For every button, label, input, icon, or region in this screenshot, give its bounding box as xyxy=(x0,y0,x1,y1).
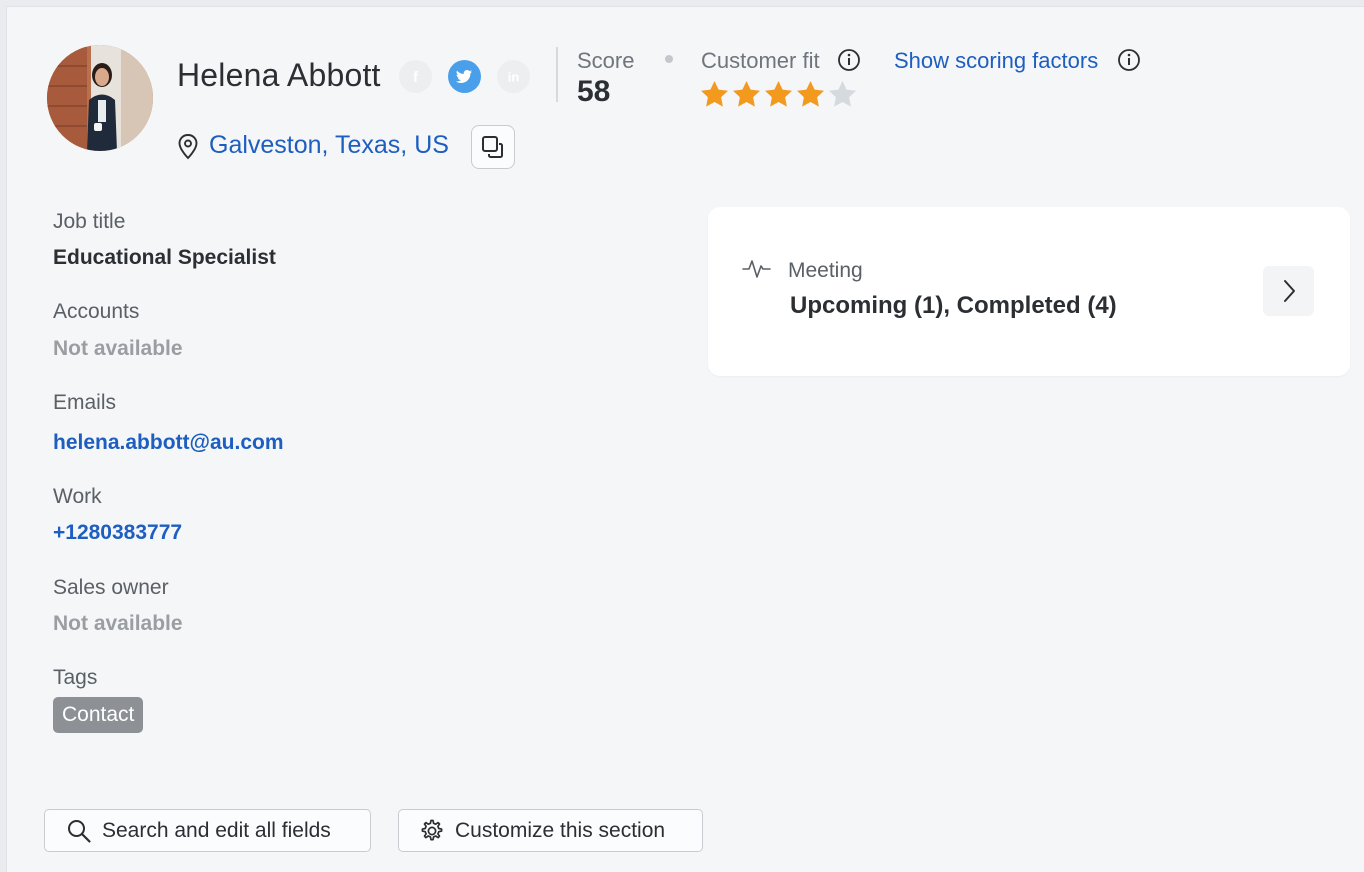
work-phone-link[interactable]: +1280383777 xyxy=(53,521,182,545)
meeting-label: Meeting xyxy=(788,259,863,282)
field-label-tags: Tags xyxy=(53,666,98,689)
star-filled-icon xyxy=(733,81,760,107)
meeting-expand-button[interactable] xyxy=(1263,266,1314,316)
star-filled-icon xyxy=(765,81,792,107)
svg-text:f: f xyxy=(413,69,419,86)
field-label-job-title: Job title xyxy=(53,210,126,233)
facebook-icon[interactable]: f xyxy=(399,60,432,93)
field-label-work: Work xyxy=(53,485,102,508)
customer-fit-rating xyxy=(699,79,858,110)
star-filled-icon xyxy=(797,81,824,107)
field-value-job-title: Educational Specialist xyxy=(53,246,276,269)
search-edit-fields-label: Search and edit all fields xyxy=(102,818,331,842)
search-edit-fields-button[interactable]: Search and edit all fields xyxy=(44,809,371,852)
field-label-accounts: Accounts xyxy=(53,300,140,323)
location-pin-icon xyxy=(176,133,200,166)
field-label-sales-owner: Sales owner xyxy=(53,576,169,599)
score-label: Score xyxy=(577,48,635,73)
field-value-sales-owner: Not available xyxy=(53,612,183,635)
twitter-icon[interactable] xyxy=(448,60,481,93)
contact-details-panel: Helena Abbott f in Score 58 Customer fit… xyxy=(6,6,1364,872)
separator-dot xyxy=(665,55,673,63)
gear-icon xyxy=(417,817,445,845)
customize-section-label: Customize this section xyxy=(455,818,666,842)
field-label-emails: Emails xyxy=(53,391,117,414)
customize-section-button[interactable]: Customize this section xyxy=(398,809,703,852)
meeting-summary: Upcoming (1), Completed (4) xyxy=(790,292,1117,319)
star-filled-icon xyxy=(701,81,728,107)
customer-fit-info-icon[interactable] xyxy=(837,48,861,72)
tag-contact[interactable]: Contact xyxy=(53,697,144,733)
show-scoring-factors-link[interactable]: Show scoring factors xyxy=(894,48,1098,74)
activity-icon xyxy=(742,257,772,286)
copy-icon xyxy=(482,136,503,158)
email-link[interactable]: helena.abbott@au.com xyxy=(53,431,284,455)
field-value-accounts: Not available xyxy=(53,337,183,360)
customer-fit-label: Customer fit xyxy=(701,48,820,73)
avatar xyxy=(47,45,153,151)
contact-name: Helena Abbott xyxy=(177,57,381,93)
linkedin-icon[interactable]: in xyxy=(497,60,530,93)
copy-location-button[interactable] xyxy=(471,125,515,169)
search-icon xyxy=(66,818,92,844)
star-empty-icon xyxy=(829,81,856,107)
location-link[interactable]: Galveston, Texas, US xyxy=(209,131,449,160)
meeting-activity-card[interactable]: Meeting Upcoming (1), Completed (4) xyxy=(708,207,1350,376)
scoring-info-icon[interactable] xyxy=(1117,48,1141,72)
score-value: 58 xyxy=(577,75,611,108)
header-divider xyxy=(556,47,558,102)
svg-text:in: in xyxy=(508,70,520,85)
chevron-right-icon xyxy=(1283,280,1295,302)
